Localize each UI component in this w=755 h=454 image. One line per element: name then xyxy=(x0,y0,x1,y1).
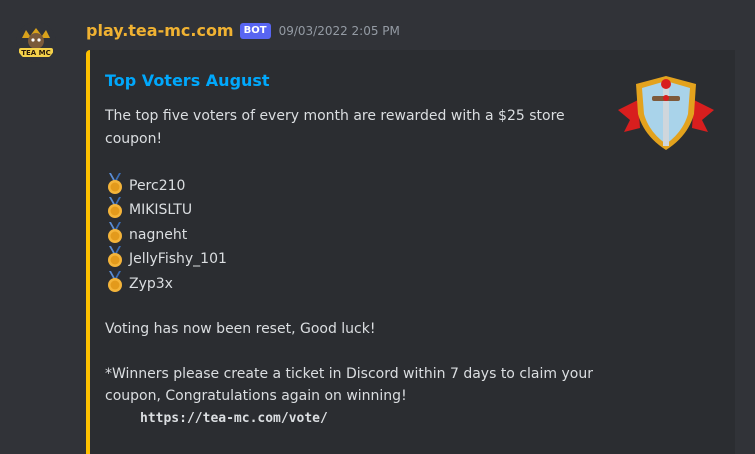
reset-text: Voting has now been reset, Good luck! xyxy=(105,320,376,337)
list-item: MIKISLTU xyxy=(105,197,605,222)
chat-message: TEA MC play.tea-mc.com BOT 09/03/2022 2:… xyxy=(0,0,755,454)
embed-card: Top Voters August The top five voters of… xyxy=(86,50,735,454)
sports-medal-icon xyxy=(108,172,122,194)
intro-text: The top five voters of every month are r… xyxy=(105,108,565,147)
winners-note: *Winners please create a ticket in Disco… xyxy=(105,365,593,405)
voter-name: Zyp3x xyxy=(129,275,173,292)
author-name[interactable]: play.tea-mc.com xyxy=(86,21,234,40)
list-item: nagneht xyxy=(105,221,605,247)
tea-mc-logo-icon: TEA MC xyxy=(16,22,56,62)
avatar[interactable]: TEA MC xyxy=(16,22,56,62)
embed-title: Top Voters August xyxy=(105,71,270,90)
list-item: JellyFishy_101 xyxy=(105,246,605,271)
sports-medal-icon xyxy=(108,270,122,292)
message-timestamp: 09/03/2022 2:05 PM xyxy=(278,23,400,38)
embed-description: The top five voters of every month are r… xyxy=(105,105,605,408)
svg-text:TEA MC: TEA MC xyxy=(21,49,51,57)
voter-name: nagneht xyxy=(129,226,188,243)
vote-link[interactable]: https://tea-mc.com/vote/ xyxy=(140,411,328,426)
list-item: Zyp3x xyxy=(105,270,605,296)
list-item: Perc210 xyxy=(105,172,605,198)
bot-tag: BOT xyxy=(239,22,271,39)
sports-medal-icon xyxy=(108,221,122,243)
shield-sword-icon[interactable] xyxy=(616,70,716,156)
voter-name: MIKISLTU xyxy=(129,202,193,218)
sports-medal-icon xyxy=(108,246,122,267)
voter-name: JellyFishy_101 xyxy=(129,251,227,267)
message-header: play.tea-mc.com BOT 09/03/2022 2:05 PM xyxy=(86,21,400,40)
voter-name: Perc210 xyxy=(129,177,186,194)
sports-medal-icon xyxy=(108,197,122,218)
